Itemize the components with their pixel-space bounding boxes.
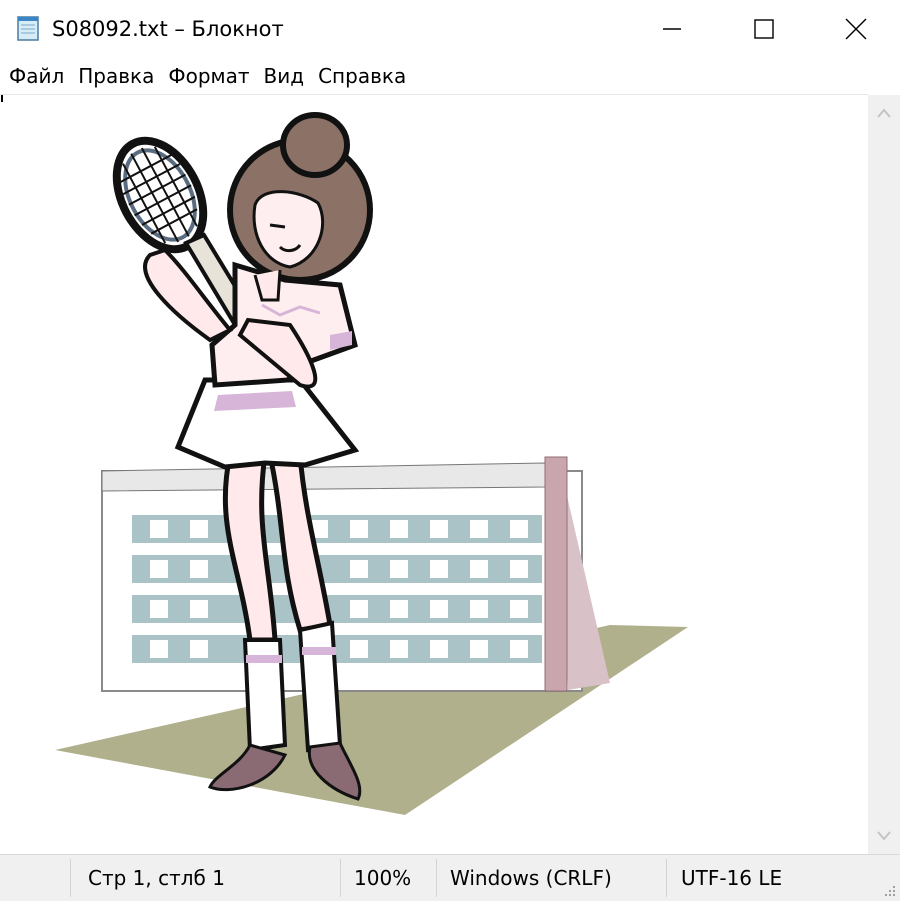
status-cursor-position: Стр 1, стлб 1 [88,866,225,890]
status-bar: Стр 1, стлб 1 100% Windows (CRLF) UTF-16… [0,854,900,901]
vertical-scrollbar[interactable] [868,95,900,854]
tennis-player-clipart [55,112,688,815]
menu-file[interactable]: Файл [4,58,73,94]
text-editor-area[interactable] [0,94,868,855]
scroll-up-button[interactable] [868,95,900,131]
status-zoom: 100% [354,866,412,890]
minimize-button[interactable] [626,0,718,58]
maximize-icon [754,19,774,39]
close-button[interactable] [810,0,900,58]
sock-band-right [302,647,336,655]
title-bar[interactable]: S08092.txt – Блокнот [0,0,900,58]
notepad-icon [17,16,39,41]
close-icon [845,18,867,40]
status-separator [70,859,71,897]
player-hair-bun [280,112,350,178]
status-separator [340,859,341,897]
scroll-down-button[interactable] [868,818,900,854]
sock-band-left [246,655,282,663]
net-post [544,456,568,692]
menu-bar: Файл Правка Формат Вид Справка [0,58,900,94]
menu-edit[interactable]: Правка [73,58,163,94]
resize-grip-icon[interactable] [882,883,896,897]
status-separator [666,859,667,897]
menu-view[interactable]: Вид [259,58,314,94]
net-top-band [101,462,546,492]
maximize-button[interactable] [718,0,810,58]
chevron-up-icon [877,108,891,118]
menu-help[interactable]: Справка [313,58,415,94]
notepad-window: S08092.txt – Блокнот Файл Правка Формат … [0,0,900,901]
status-line-endings: Windows (CRLF) [450,866,612,890]
minimize-icon [663,28,681,30]
window-title: S08092.txt – Блокнот [52,17,284,41]
status-separator [436,859,437,897]
chevron-down-icon [877,831,891,841]
status-encoding: UTF-16 LE [681,866,783,890]
menu-format[interactable]: Формат [163,58,258,94]
